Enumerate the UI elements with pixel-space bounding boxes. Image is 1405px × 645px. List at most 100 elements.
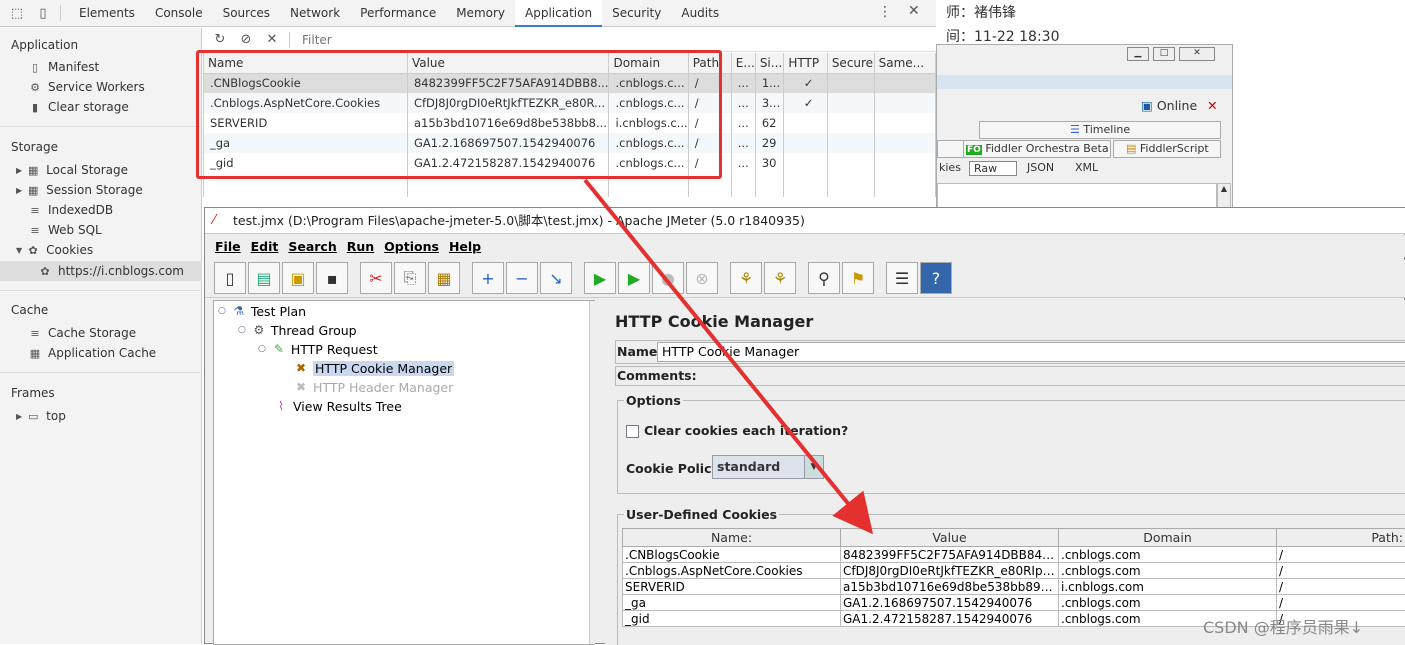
sidebar-item-cookies[interactable]: ▼✿Cookies	[16, 243, 93, 257]
tab-network[interactable]: Network	[280, 0, 350, 27]
expand-arrow-icon[interactable]: ▶	[16, 186, 22, 195]
cell-domain[interactable]: .cnblogs.com	[1059, 563, 1277, 579]
cell-value[interactable]: GA1.2.168697507.1542940076	[841, 595, 1059, 611]
sidebar-item-cache-storage[interactable]: ≡Cache Storage	[28, 326, 136, 340]
column-header-domain[interactable]: Domain	[1059, 529, 1277, 547]
column-header-path[interactable]: Path:	[1277, 529, 1405, 547]
close-devtools-icon[interactable]: ✕	[908, 3, 920, 19]
sidebar-item-session-storage[interactable]: ▶▦Session Storage	[16, 183, 143, 197]
menu-edit[interactable]: Edit	[251, 239, 279, 254]
chevron-down-icon[interactable]: ▼	[804, 456, 823, 478]
search-icon[interactable]: ⚲	[808, 262, 840, 294]
tree-node-thread-group[interactable]: ○⚙Thread Group	[238, 321, 357, 339]
tree-handle-icon[interactable]: ○	[218, 306, 226, 316]
cell-path[interactable]: /	[1277, 547, 1405, 563]
device-toolbar-icon[interactable]: ▯	[34, 4, 52, 22]
column-header-size[interactable]: Si...	[755, 53, 784, 73]
column-header-name[interactable]: Name:	[623, 529, 841, 547]
cell-name[interactable]: SERVERID	[623, 579, 841, 595]
collapse-icon[interactable]: −	[506, 262, 538, 294]
menu-run[interactable]: Run	[347, 239, 374, 254]
table-row[interactable]: .CNBlogsCookie8482399FF5C2F75AFA914DBB84…	[623, 547, 1405, 563]
cell-value[interactable]: GA1.2.472158287.1542940076	[841, 611, 1059, 627]
tree-node-test-plan[interactable]: ○⚗Test Plan	[218, 302, 306, 320]
scrollbar-up-icon[interactable]: ▲	[1217, 183, 1231, 209]
sidebar-item-manifest[interactable]: ▯Manifest	[28, 60, 99, 74]
tree-node-view-results-tree[interactable]: ⌇View Results Tree	[272, 397, 402, 415]
tree-splitter[interactable]	[589, 301, 595, 644]
tree-node-http-cookie-manager[interactable]: ✖HTTP Cookie Manager	[292, 359, 454, 377]
cell-path[interactable]: /	[1277, 563, 1405, 579]
start-icon[interactable]: ▶	[584, 262, 616, 294]
sidebar-item-clear-storage[interactable]: ▮Clear storage	[28, 100, 129, 114]
tree-handle-icon[interactable]: ○	[258, 344, 266, 354]
clear-all-icon[interactable]: ⊘	[237, 31, 255, 49]
expand-icon[interactable]: +	[472, 262, 504, 294]
expand-arrow-icon[interactable]: ▶	[16, 412, 22, 421]
tab-security[interactable]: Security	[602, 0, 671, 27]
sidebar-item-top-frame[interactable]: ▶▭top	[16, 409, 66, 423]
menu-help[interactable]: Help	[449, 239, 481, 254]
tree-handle-icon[interactable]: ○	[238, 325, 246, 335]
minimize-icon[interactable]: ▁	[1127, 47, 1149, 61]
sidebar-item-local-storage[interactable]: ▶▦Local Storage	[16, 163, 128, 177]
templates-icon[interactable]: ▤	[248, 262, 280, 294]
close-icon[interactable]: ✕	[1179, 47, 1215, 61]
expand-arrow-icon[interactable]: ▶	[16, 166, 22, 175]
cell-domain[interactable]: i.cnblogs.com	[1059, 579, 1277, 595]
cell-path[interactable]: /	[1277, 595, 1405, 611]
column-header-http[interactable]: HTTP	[784, 53, 827, 73]
refresh-icon[interactable]: ↻	[211, 31, 229, 49]
column-header-secure[interactable]: Secure	[827, 53, 874, 73]
column-header-samesite[interactable]: Same...	[874, 53, 935, 73]
sidebar-item-web-sql[interactable]: ≡Web SQL	[28, 223, 102, 237]
tree-node-http-header-manager[interactable]: ✖HTTP Header Manager	[292, 378, 453, 396]
delete-selected-icon[interactable]: ✕	[263, 31, 281, 49]
function-helper-icon[interactable]: ☰	[886, 262, 918, 294]
tab-application[interactable]: Application	[515, 0, 602, 27]
new-icon[interactable]: ▯	[214, 262, 246, 294]
reset-search-icon[interactable]: ⚑	[842, 262, 874, 294]
cell-domain[interactable]: .cnblogs.com	[1059, 595, 1277, 611]
table-row[interactable]: SERVERIDa15b3bd10716e69d8be538bb89e87...…	[623, 579, 1405, 595]
close-online-icon[interactable]: ✕	[1207, 98, 1217, 113]
cell-value[interactable]: 8482399FF5C2F75AFA914DBB842B...	[841, 547, 1059, 563]
toggle-icon[interactable]: ↘	[540, 262, 572, 294]
more-options-icon[interactable]: ⋮	[878, 4, 892, 20]
cell-path[interactable]: /	[1277, 579, 1405, 595]
tree-node-http-request[interactable]: ○✎HTTP Request	[258, 340, 378, 358]
tab-sources[interactable]: Sources	[213, 0, 280, 27]
menu-options[interactable]: Options	[384, 239, 439, 254]
subtab-xml[interactable]: XML	[1065, 161, 1113, 176]
tab-timeline[interactable]: ☰ Timeline	[979, 121, 1221, 139]
cell-name[interactable]: _ga	[623, 595, 841, 611]
cell-name[interactable]: .Cnblogs.AspNetCore.Cookies	[623, 563, 841, 579]
subtab-json[interactable]: JSON	[1017, 161, 1065, 176]
sidebar-item-service-workers[interactable]: ⚙Service Workers	[28, 80, 145, 94]
table-row[interactable]: _gaGA1.2.168697507.1542940076.cnblogs.co…	[623, 595, 1405, 611]
maximize-icon[interactable]: □	[1153, 47, 1175, 61]
cell-value[interactable]: a15b3bd10716e69d8be538bb89e87...	[841, 579, 1059, 595]
clear-all-icon[interactable]: ⚘	[764, 262, 796, 294]
copy-icon[interactable]: ⎘	[394, 262, 426, 294]
paste-icon[interactable]: ▦	[428, 262, 460, 294]
filter-input[interactable]	[298, 30, 478, 50]
collapse-arrow-icon[interactable]: ▼	[16, 246, 22, 255]
open-icon[interactable]: ▣	[282, 262, 314, 294]
cut-icon[interactable]: ✂	[360, 262, 392, 294]
menu-search[interactable]: Search	[288, 239, 336, 254]
fiddler-online-status[interactable]: ▣ Online ✕	[1141, 98, 1218, 113]
sidebar-item-indexeddb[interactable]: ≡IndexedDB	[28, 203, 113, 217]
column-header-expires[interactable]: E...	[731, 53, 755, 73]
tab-memory[interactable]: Memory	[446, 0, 515, 27]
tab-elements[interactable]: Elements	[69, 0, 145, 27]
name-field[interactable]: HTTP Cookie Manager	[657, 342, 1405, 362]
clear-icon[interactable]: ⚘	[730, 262, 762, 294]
inspect-element-icon[interactable]: ⬚	[8, 4, 26, 22]
table-row[interactable]: .Cnblogs.AspNetCore.CookiesCfDJ8J0rgDI0e…	[623, 563, 1405, 579]
cell-value[interactable]: CfDJ8J0rgDI0eRtJkfTEZKR_e80RIp5...	[841, 563, 1059, 579]
cell-name[interactable]: _gid	[623, 611, 841, 627]
help-icon[interactable]: ?	[920, 262, 952, 294]
sidebar-item-cookie-origin[interactable]: ✿https://i.cnblogs.com	[0, 261, 202, 281]
start-no-pauses-icon[interactable]: ▶	[618, 262, 650, 294]
